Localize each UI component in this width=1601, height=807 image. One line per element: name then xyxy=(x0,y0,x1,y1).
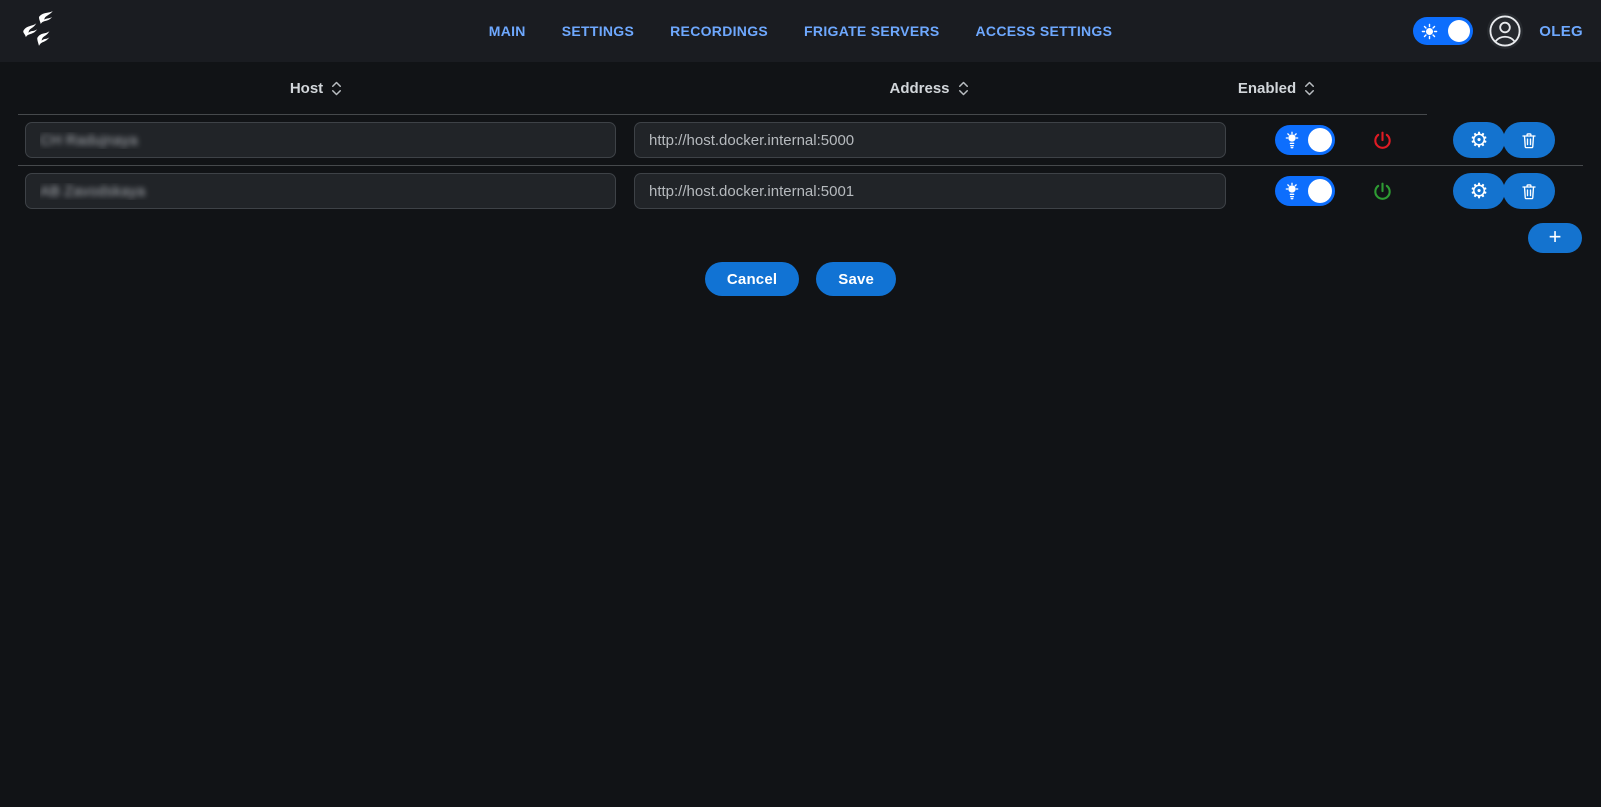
delete-button[interactable] xyxy=(1503,122,1555,158)
navbar: MAIN SETTINGS RECORDINGS FRIGATE SERVERS… xyxy=(0,0,1601,62)
address-input[interactable] xyxy=(634,122,1226,158)
person-circle-icon xyxy=(1488,14,1522,48)
enabled-header-label: Enabled xyxy=(1238,80,1296,97)
save-button[interactable]: Save xyxy=(816,262,896,296)
address-input[interactable] xyxy=(634,173,1226,209)
enabled-toggle[interactable] xyxy=(1275,125,1335,155)
host-input[interactable] xyxy=(25,122,616,158)
row-actions: ⚙ xyxy=(1453,173,1555,209)
column-header-address[interactable]: Address xyxy=(634,80,1226,97)
theme-toggle-knob xyxy=(1448,20,1470,42)
theme-toggle[interactable] xyxy=(1413,17,1473,45)
power-status-icon xyxy=(1372,130,1393,151)
row-actions: ⚙ xyxy=(1453,122,1555,158)
power-status-icon xyxy=(1372,181,1393,202)
navbar-right: OLEG xyxy=(1413,13,1583,49)
gear-icon: ⚙ xyxy=(1470,181,1489,202)
username-label[interactable]: OLEG xyxy=(1539,23,1583,40)
add-row: + xyxy=(0,223,1601,253)
column-header-host[interactable]: Host xyxy=(18,80,616,97)
lightbulb-icon xyxy=(1284,182,1300,200)
frigate-birds-logo[interactable] xyxy=(18,9,60,53)
server-row: ⚙ xyxy=(0,166,1601,216)
frigate-servers-table: Host Address Enabled xyxy=(0,62,1601,296)
nav-link-settings[interactable]: SETTINGS xyxy=(562,23,634,39)
form-actions: Cancel Save xyxy=(0,262,1601,296)
nav-links: MAIN SETTINGS RECORDINGS FRIGATE SERVERS… xyxy=(489,23,1113,39)
nav-link-access-settings[interactable]: ACCESS SETTINGS xyxy=(976,23,1113,39)
sort-icon xyxy=(329,80,344,97)
nav-link-frigate-servers[interactable]: FRIGATE SERVERS xyxy=(804,23,939,39)
table-header-row: Host Address Enabled xyxy=(18,62,1427,115)
settings-button[interactable]: ⚙ xyxy=(1453,122,1505,158)
server-row: ⚙ xyxy=(0,115,1601,165)
gear-icon: ⚙ xyxy=(1470,130,1489,151)
host-input[interactable] xyxy=(25,173,616,209)
user-avatar[interactable] xyxy=(1487,13,1523,49)
delete-button[interactable] xyxy=(1503,173,1555,209)
enabled-toggle[interactable] xyxy=(1275,176,1335,206)
lightbulb-icon xyxy=(1284,131,1300,149)
column-header-enabled[interactable]: Enabled xyxy=(1230,80,1325,97)
host-header-label: Host xyxy=(290,80,323,97)
nav-link-recordings[interactable]: RECORDINGS xyxy=(670,23,768,39)
add-server-button[interactable]: + xyxy=(1528,223,1582,253)
trash-icon xyxy=(1520,131,1538,150)
nav-link-main[interactable]: MAIN xyxy=(489,23,526,39)
enabled-toggle-knob xyxy=(1308,179,1332,203)
sort-icon xyxy=(1302,80,1317,97)
sun-icon xyxy=(1421,23,1438,40)
address-header-label: Address xyxy=(889,80,949,97)
plus-icon: + xyxy=(1549,226,1562,248)
settings-button[interactable]: ⚙ xyxy=(1453,173,1505,209)
sort-icon xyxy=(956,80,971,97)
trash-icon xyxy=(1520,182,1538,201)
enabled-toggle-knob xyxy=(1308,128,1332,152)
cancel-button[interactable]: Cancel xyxy=(705,262,799,296)
frigate-birds-logo-icon xyxy=(18,9,60,53)
